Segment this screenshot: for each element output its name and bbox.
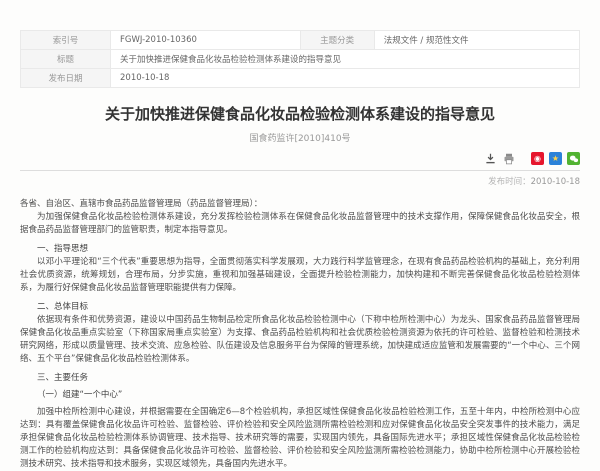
publish-time-value: 2010-10-18 bbox=[531, 177, 580, 187]
info-label-date: 发布日期 bbox=[21, 69, 111, 88]
table-row: 发布日期 2010-10-18 bbox=[21, 69, 580, 88]
table-row: 索引号 FGWJ-2010-10360 主题分类 法规文件 / 规范性文件 bbox=[21, 31, 580, 50]
page-title: 关于加快推进保健食品化妆品检验检测体系建设的指导意见 bbox=[20, 103, 580, 124]
info-value-category: 法规文件 / 规范性文件 bbox=[374, 31, 579, 50]
qzone-share-icon[interactable]: ★ bbox=[549, 152, 562, 165]
page-content: 索引号 FGWJ-2010-10360 主题分类 法规文件 / 规范性文件 标题… bbox=[0, 0, 600, 471]
document-info-table: 索引号 FGWJ-2010-10360 主题分类 法规文件 / 规范性文件 标题… bbox=[20, 30, 580, 88]
body-paragraph: 加强中检所检测中心建设，并根据需要在全国确定6—8个检验机构，承担区域性保健食品… bbox=[20, 406, 580, 471]
info-label-title: 标题 bbox=[21, 50, 111, 69]
document-body: 各省、自治区、直辖市食品药品监督管理局（药品监督管理局）：为加强保健食品化妆品检… bbox=[20, 198, 580, 471]
info-label-category: 主题分类 bbox=[300, 31, 374, 50]
info-value-index: FGWJ-2010-10360 bbox=[111, 31, 301, 50]
body-paragraph: 为加强保健食品化妆品检验检测体系建设，充分发挥检验检测体系在保健食品化妆品监督管… bbox=[20, 211, 580, 237]
info-value-title: 关于加快推进保健食品化妆品检验检测体系建设的指导意见 bbox=[111, 50, 580, 69]
section-heading: （一）组建“一个中心” bbox=[20, 389, 580, 402]
print-icon[interactable] bbox=[502, 152, 515, 165]
publish-time-label: 发布时间： bbox=[488, 177, 531, 187]
section-heading: 二、总体目标 bbox=[20, 301, 580, 314]
table-row: 标题 关于加快推进保健食品化妆品检验检测体系建设的指导意见 bbox=[21, 50, 580, 69]
body-paragraph: 以邓小平理论和“三个代表”重要思想为指导，全面贯彻落实科学发展观，大力践行科学监… bbox=[20, 256, 580, 295]
body-paragraph: 依据现有条件和优势资源，建设以中国药品生物制品检定所食品化妆品检验检测中心（下称… bbox=[20, 314, 580, 366]
download-icon[interactable] bbox=[484, 152, 497, 165]
section-heading: 三、主要任务 bbox=[20, 372, 580, 385]
document-number: 国食药监许[2010]410号 bbox=[20, 131, 580, 144]
section-heading: 一、指导思想 bbox=[20, 243, 580, 256]
toolbar: ◉ ★ bbox=[20, 152, 580, 171]
weibo-share-icon[interactable]: ◉ bbox=[531, 152, 544, 165]
info-value-date: 2010-10-18 bbox=[111, 69, 580, 88]
wechat-share-icon[interactable] bbox=[567, 152, 580, 165]
info-label-index: 索引号 bbox=[21, 31, 111, 50]
body-paragraph: 各省、自治区、直辖市食品药品监督管理局（药品监督管理局）： bbox=[20, 198, 580, 211]
publish-time: 发布时间：2010-10-18 bbox=[20, 175, 580, 187]
